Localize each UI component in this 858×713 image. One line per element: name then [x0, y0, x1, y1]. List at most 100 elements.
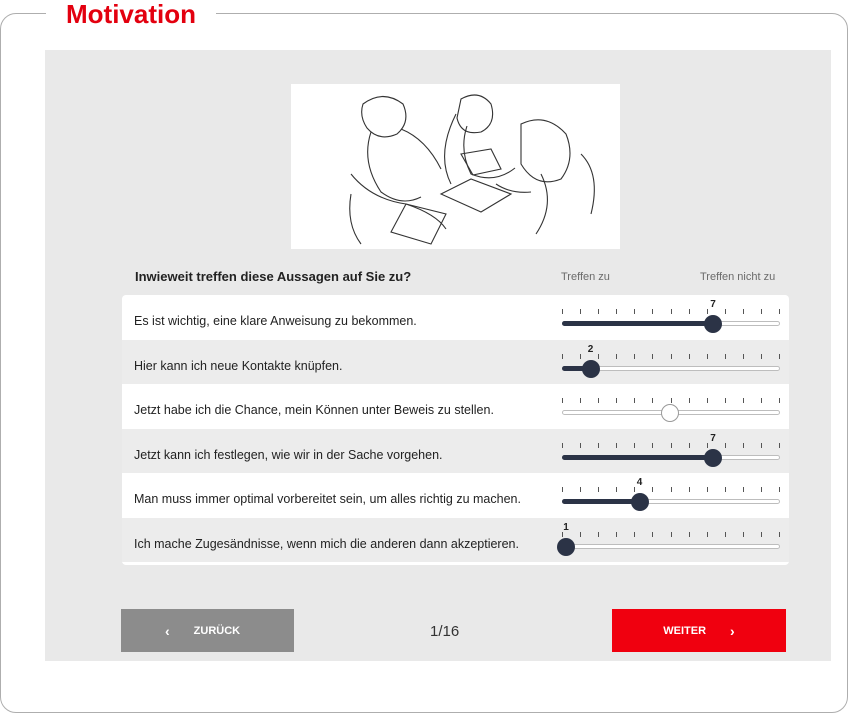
slider-tick [634, 531, 636, 537]
slider-value-label: 7 [710, 432, 716, 444]
statement-row: Jetzt habe ich die Chance, mein Können u… [122, 384, 789, 429]
slider-tick [779, 487, 780, 492]
slider-tick [688, 531, 690, 537]
slider-handle[interactable] [557, 537, 575, 556]
slider-tick [724, 353, 726, 359]
slider-tick [616, 398, 618, 403]
rating-slider[interactable]: 1 [557, 518, 780, 562]
rating-slider[interactable]: 7 [562, 429, 780, 473]
section-title: Motivation [46, 1, 216, 27]
slider-tick [724, 442, 726, 448]
rating-slider[interactable]: 2 [562, 340, 780, 384]
statement-row: Man muss immer optimal vorbereitet sein,… [122, 473, 789, 518]
slider-tick [688, 353, 690, 359]
slider-tick [742, 487, 744, 492]
rating-slider[interactable]: 4 [562, 473, 780, 517]
rating-slider[interactable]: 7 [562, 295, 780, 339]
slider-handle[interactable] [630, 493, 649, 511]
statement-list: Es ist wichtig, eine klare Anweisung zu … [122, 295, 789, 565]
next-button[interactable]: WEITER › [612, 609, 786, 652]
statement-text: Jetzt kann ich festlegen, wie wir in der… [134, 447, 443, 462]
slider-tick [688, 487, 690, 492]
back-button-label: ZURÜCK [193, 624, 241, 637]
slider-value-label: 2 [587, 343, 594, 355]
slider-tick [598, 309, 600, 314]
slider-tick [652, 531, 654, 537]
slider-tick [724, 398, 726, 403]
slider-tick [562, 309, 563, 314]
slider-tick [670, 487, 672, 492]
slider-track[interactable] [562, 543, 780, 549]
slider-tick [779, 442, 780, 448]
slider-tick [598, 531, 600, 537]
statement-text: Man muss immer optimal vorbereitet sein,… [134, 492, 521, 506]
slider-tick [706, 353, 708, 359]
slider-tick [688, 442, 690, 448]
slider-tick [652, 398, 654, 403]
slider-tick [706, 442, 708, 448]
slider-tick [742, 353, 744, 359]
slider-tick [670, 398, 672, 403]
slider-tick [724, 487, 726, 492]
slider-tick [580, 442, 582, 448]
slider-tick [562, 442, 563, 448]
slider-tick [706, 398, 708, 403]
slider-tick [616, 309, 618, 314]
statement-row: Ich mache Zugesändnisse, wenn mich die a… [122, 517, 789, 562]
next-button-label: WEITER [663, 624, 707, 637]
slider-tick [562, 487, 563, 492]
slider-tick [562, 353, 563, 359]
slider-tick [652, 353, 654, 359]
page-indicator: 1/16 [430, 623, 460, 640]
slider-tick [670, 353, 672, 359]
slider-tick [580, 531, 582, 537]
scale-left-label: Treffen zu [561, 271, 610, 283]
slider-tick [598, 487, 600, 492]
question-heading: Inwieweit treffen diese Aussagen auf Sie… [135, 269, 412, 284]
slider-tick [580, 398, 582, 403]
slider-tick [670, 309, 672, 314]
slider-tick [634, 309, 636, 314]
slider-handle[interactable] [581, 359, 600, 378]
scale-right-label: Treffen nicht zu [700, 271, 776, 283]
statement-text: Ich mache Zugesändnisse, wenn mich die a… [134, 536, 519, 551]
slider-tick [779, 353, 780, 359]
slider-tick [616, 353, 618, 359]
statement-text: Hier kann ich neue Kontakte knüpfen. [134, 358, 343, 373]
slider-tick [652, 442, 654, 448]
rating-slider[interactable] [562, 384, 780, 428]
slider-tick [580, 487, 582, 492]
slider-value-label: 1 [563, 521, 569, 533]
statement-row: Hier kann ich neue Kontakte knüpfen. 2 [122, 339, 789, 384]
slider-tick [779, 309, 780, 314]
slider-tick [706, 531, 708, 537]
slider-handle[interactable] [704, 448, 722, 467]
team-illustration [291, 84, 620, 249]
slider-value-label: 7 [710, 299, 716, 310]
slider-tick [634, 398, 636, 403]
slider-tick [598, 353, 600, 359]
slider-tick [616, 487, 618, 492]
slider-tick [562, 398, 563, 403]
slider-tick [616, 531, 618, 537]
slider-tick [779, 398, 780, 403]
slider-tick [580, 309, 582, 314]
slider-tick [598, 442, 600, 448]
slider-tick [688, 398, 690, 403]
back-button[interactable]: ‹ ZURÜCK [121, 609, 294, 652]
slider-handle[interactable] [661, 404, 679, 422]
slider-value-label: 4 [636, 477, 643, 488]
slider-tick [760, 487, 762, 492]
slider-tick [706, 309, 708, 314]
slider-tick [742, 442, 744, 448]
slider-fill [562, 321, 713, 326]
slider-tick [760, 531, 762, 537]
slider-tick [634, 353, 636, 359]
slider-tick [779, 531, 780, 537]
slider-handle[interactable] [704, 315, 722, 333]
slider-tick [688, 309, 690, 314]
slider-tick [652, 487, 654, 492]
slider-tick [580, 353, 582, 359]
chevron-right-icon: › [730, 622, 735, 639]
chevron-left-icon: ‹ [165, 622, 170, 639]
